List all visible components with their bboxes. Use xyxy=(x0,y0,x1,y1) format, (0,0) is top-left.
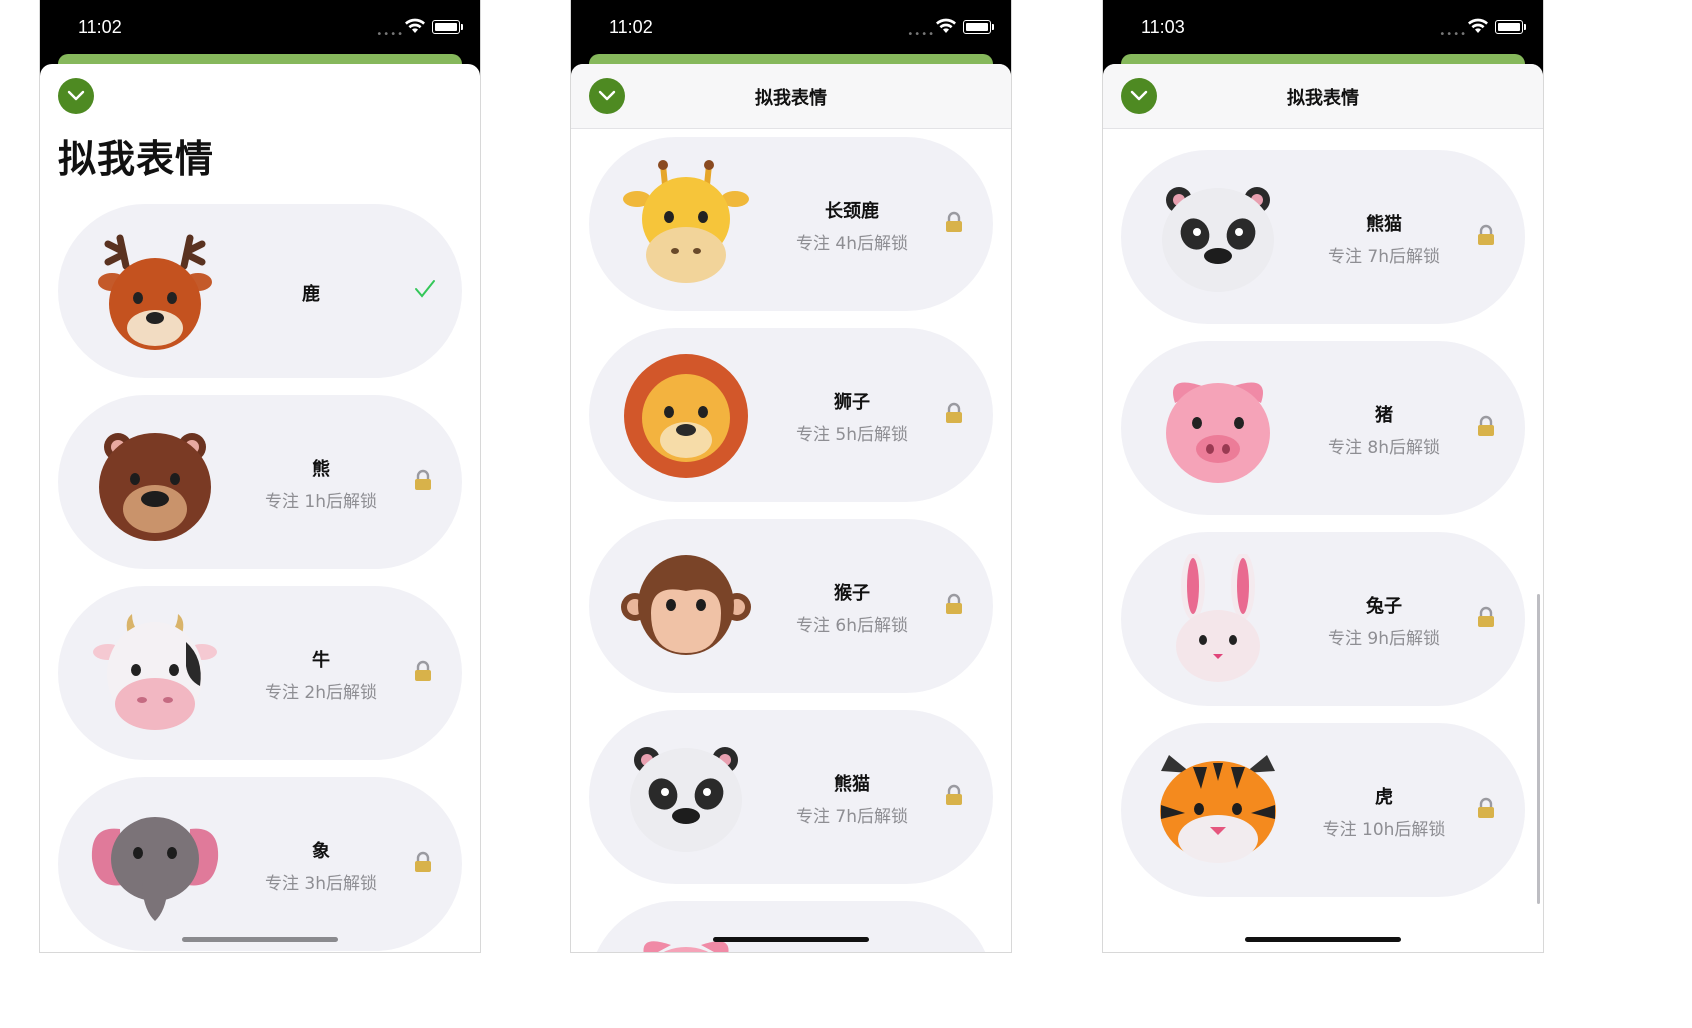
cellular-icon: •••• xyxy=(907,29,935,40)
animoji-card-monkey[interactable]: 猴子 专注 6h后解锁 xyxy=(589,519,993,693)
cellular-icon: •••• xyxy=(1439,29,1467,40)
lion-icon xyxy=(624,354,748,478)
wifi-icon xyxy=(936,18,956,33)
lock-icon xyxy=(1478,797,1494,818)
chevron-down-icon xyxy=(1130,90,1148,101)
animoji-name: 长颈鹿 xyxy=(825,201,879,222)
lock-icon xyxy=(415,660,431,681)
cellular-icon: •••• xyxy=(376,29,404,40)
cow-icon xyxy=(93,614,217,730)
lock-icon xyxy=(415,851,431,872)
home-indicator xyxy=(713,937,869,942)
scroll-indicator[interactable] xyxy=(1537,594,1540,904)
chevron-down-icon xyxy=(598,90,616,101)
wifi-icon xyxy=(1468,18,1488,33)
pig-icon xyxy=(1166,382,1270,483)
giraffe-icon xyxy=(623,160,749,283)
battery-icon xyxy=(432,20,463,34)
home-indicator xyxy=(1245,937,1401,942)
collapse-button[interactable] xyxy=(589,78,625,114)
checkmark-icon xyxy=(415,280,435,298)
status-time: 11:02 xyxy=(609,17,653,37)
wifi-icon xyxy=(405,18,425,33)
battery-icon xyxy=(1495,20,1526,34)
animoji-card-panda[interactable]: 熊猫 专注 7h后解锁 xyxy=(589,710,993,884)
animoji-card-lion[interactable]: 狮子 专注 5h后解锁 xyxy=(589,328,993,502)
animoji-name: 牛 xyxy=(312,650,330,671)
animoji-name: 熊 xyxy=(312,459,330,480)
status-bar: 11:03 •••• xyxy=(1103,0,1543,56)
unlock-hint: 专注 2h后解锁 xyxy=(265,683,377,703)
unlock-hint: 专注 9h后解锁 xyxy=(1328,629,1440,649)
sheet: 拟我表情 熊猫 专注 7h后解锁 猪 专注 8h后解锁 兔子 专注 9h后解锁 … xyxy=(1103,64,1543,952)
animoji-name: 猴子 xyxy=(834,583,870,604)
lock-icon xyxy=(946,402,962,423)
unlock-hint: 专注 5h后解锁 xyxy=(796,425,908,445)
animoji-name: 狮子 xyxy=(834,392,870,413)
animoji-name: 象 xyxy=(312,841,330,862)
status-time: 11:03 xyxy=(1141,17,1185,37)
status-time: 11:02 xyxy=(78,17,122,37)
unlock-hint: 专注 7h后解锁 xyxy=(1328,247,1440,267)
animoji-card-giraffe[interactable]: 长颈鹿 专注 4h后解锁 xyxy=(589,137,993,311)
animoji-name: 熊猫 xyxy=(1366,214,1402,235)
panda-icon xyxy=(1162,187,1274,292)
sheet: 拟我表情 鹿 熊 专注 1h后解锁 牛 专注 2h后解锁 象 专注 3h后解锁 xyxy=(40,64,480,952)
collapse-button[interactable] xyxy=(58,78,94,114)
chevron-down-icon xyxy=(67,90,85,101)
lock-icon xyxy=(1478,415,1494,436)
lock-icon xyxy=(415,469,431,490)
phone-screen-1: 11:02 •••• 拟我表情 鹿 熊 专注 1h后解锁 牛 专注 2h后解锁 … xyxy=(40,0,480,952)
tiger-icon xyxy=(1160,755,1276,863)
animoji-card-pig[interactable]: 猪 专注 8h后解锁 xyxy=(1121,341,1525,515)
unlock-hint: 专注 4h后解锁 xyxy=(796,234,908,254)
navigation-bar: 拟我表情 xyxy=(571,64,1011,129)
lock-icon xyxy=(946,593,962,614)
battery-icon xyxy=(963,20,994,34)
unlock-hint: 专注 7h后解锁 xyxy=(796,807,908,827)
navigation-bar: 拟我表情 xyxy=(1103,64,1543,129)
animoji-name: 虎 xyxy=(1375,787,1393,808)
sheet: 拟我表情 长颈鹿 专注 4h后解锁 狮子 专注 5h后解锁 猴子 专注 6h后解… xyxy=(571,64,1011,952)
animoji-card-elephant[interactable]: 象 专注 3h后解锁 xyxy=(58,777,462,951)
unlock-hint: 专注 10h后解锁 xyxy=(1322,820,1446,840)
page-title: 拟我表情 xyxy=(58,137,215,181)
unlock-hint: 专注 6h后解锁 xyxy=(796,616,908,636)
animoji-card-panda[interactable]: 熊猫 专注 7h后解锁 xyxy=(1121,150,1525,324)
animoji-name: 兔子 xyxy=(1366,596,1402,617)
animoji-card-deer[interactable]: 鹿 xyxy=(58,204,462,378)
lock-icon xyxy=(1478,606,1494,627)
lock-icon xyxy=(946,784,962,805)
collapse-button[interactable] xyxy=(1121,78,1157,114)
animoji-card-partial[interactable] xyxy=(589,901,993,952)
elephant-icon xyxy=(91,817,219,921)
animoji-card-bear[interactable]: 熊 专注 1h后解锁 xyxy=(58,395,462,569)
deer-icon xyxy=(98,234,212,350)
animoji-name: 鹿 xyxy=(302,284,320,305)
panda-icon xyxy=(630,747,742,852)
status-bar: 11:02 •••• xyxy=(40,0,480,56)
nav-title: 拟我表情 xyxy=(755,88,827,109)
animoji-name: 熊猫 xyxy=(834,774,870,795)
unlock-hint: 专注 1h后解锁 xyxy=(265,492,377,512)
lock-icon xyxy=(1478,224,1494,245)
phone-screen-3: 11:03 •••• 拟我表情 熊猫 专注 7h后解锁 猪 专注 8h后解锁 兔… xyxy=(1103,0,1543,952)
phone-screen-2: 11:02 •••• 拟我表情 长颈鹿 专注 4h后解锁 狮子 专注 5h后解锁… xyxy=(571,0,1011,952)
animoji-name: 猪 xyxy=(1375,405,1393,426)
status-bar: 11:02 •••• xyxy=(571,0,1011,56)
unlock-hint: 专注 8h后解锁 xyxy=(1328,438,1440,458)
animoji-card-cow[interactable]: 牛 专注 2h后解锁 xyxy=(58,586,462,760)
nav-title: 拟我表情 xyxy=(1287,88,1359,109)
monkey-icon xyxy=(621,555,751,655)
bear-icon xyxy=(99,433,211,541)
unlock-hint: 专注 3h后解锁 xyxy=(265,874,377,894)
home-indicator xyxy=(182,937,338,942)
animoji-card-tiger[interactable]: 虎 专注 10h后解锁 xyxy=(1121,723,1525,897)
rabbit-icon xyxy=(1176,554,1260,682)
lock-icon xyxy=(946,211,962,232)
animoji-card-rabbit[interactable]: 兔子 专注 9h后解锁 xyxy=(1121,532,1525,706)
